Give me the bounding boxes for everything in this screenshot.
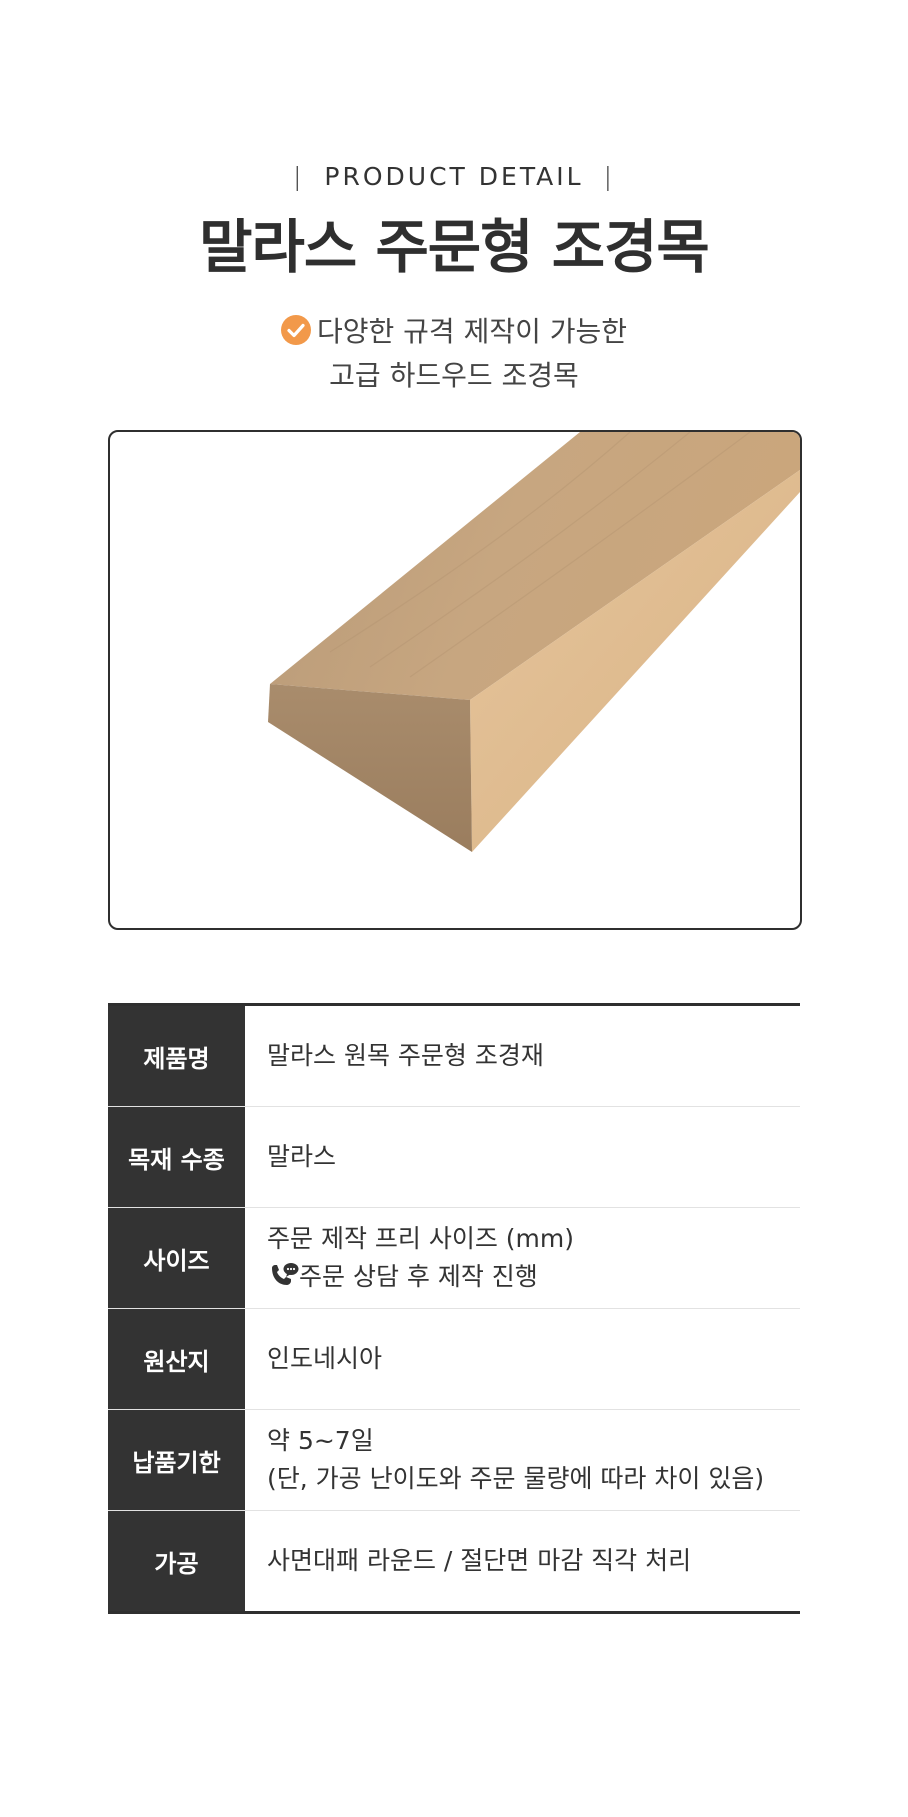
eyebrow-text: PRODUCT DETAIL [324,162,584,191]
check-circle-icon [280,315,311,345]
spec-value: 주문 제작 프리 사이즈 (mm) [267,1224,575,1253]
spec-row: 제품명 말라스 원목 주문형 조경재 [108,1006,800,1107]
spec-row: 목재 수종 말라스 [108,1107,800,1208]
phone-chat-icon [267,1261,299,1291]
spec-row: 사이즈 주문 제작 프리 사이즈 (mm) 주문 상담 후 제작 진행 [108,1208,800,1309]
product-image-frame [108,430,802,930]
spec-value-note-text: 주문 상담 후 제작 진행 [299,1262,538,1291]
subtitle-text-1: 다양한 규격 제작이 가능한 [316,315,628,348]
spec-label: 목재 수종 [108,1107,245,1207]
subtitle: 다양한 규격 제작이 가능한 고급 하드우드 조경목 [0,310,908,398]
spec-value-note: 주문 상담 후 제작 진행 [267,1258,800,1296]
eyebrow-bar-right: | [603,162,615,191]
spec-label: 가공 [108,1511,245,1611]
page-title: 말라스 주문형 조경목 [199,213,710,281]
eyebrow: | PRODUCT DETAIL | [0,160,908,194]
spec-value-note: (단, 가공 난이도와 주문 물량에 따라 차이 있음) [267,1464,765,1493]
subtitle-line-2: 고급 하드우드 조경목 [329,359,579,392]
spec-row: 납품기한 약 5~7일 (단, 가공 난이도와 주문 물량에 따라 차이 있음) [108,1410,800,1511]
spec-table: 제품명 말라스 원목 주문형 조경재 목재 수종 말라스 사이즈 주문 제작 프… [108,1003,800,1614]
spec-label: 납품기한 [108,1410,245,1510]
spec-label: 제품명 [108,1006,245,1106]
wood-plank-image [268,432,800,852]
subtitle-line-1: 다양한 규격 제작이 가능한 [0,310,908,354]
spec-label: 원산지 [108,1309,245,1409]
eyebrow-bar-left: | [292,162,305,191]
spec-row: 원산지 인도네시아 [108,1309,800,1410]
spec-value: 말라스 [267,1142,337,1171]
plank-end-face [268,684,472,852]
spec-label: 사이즈 [108,1208,245,1308]
spec-value: 사면대패 라운드 / 절단면 마감 직각 처리 [267,1546,692,1575]
spec-value: 말라스 원목 주문형 조경재 [267,1041,544,1070]
product-header: | PRODUCT DETAIL | 말라스 주문형 조경목 다양한 규격 제작이 … [0,160,908,398]
spec-value: 인도네시아 [267,1344,383,1373]
spec-row: 가공 사면대패 라운드 / 절단면 마감 직각 처리 [108,1511,800,1611]
spec-value: 약 5~7일 [267,1426,374,1455]
